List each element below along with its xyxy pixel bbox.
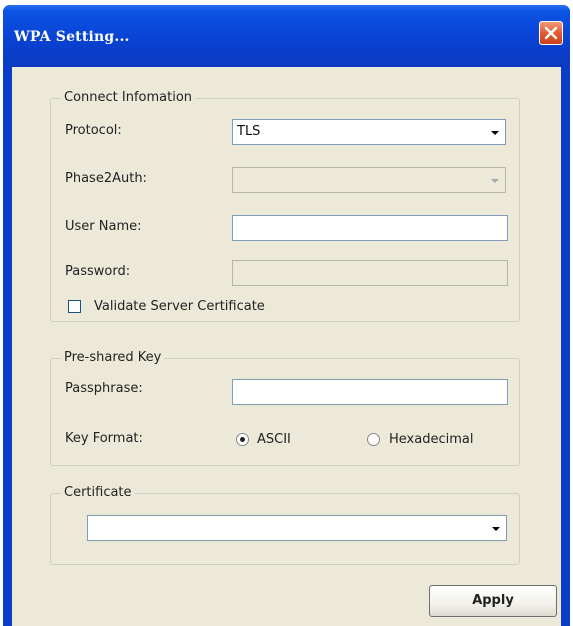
radio-selected-dot [240,437,245,442]
validate-server-certificate-label[interactable]: Validate Server Certificate [94,299,265,315]
apply-button[interactable]: Apply [429,585,557,617]
username-label: User Name: [65,219,142,234]
ascii-radio-label[interactable]: ASCII [257,432,291,448]
phase2auth-dropdown[interactable] [232,167,506,193]
window-title: WPA Setting... [14,29,130,45]
hexadecimal-radio-label[interactable]: Hexadecimal [389,432,473,448]
certificate-dropdown-button[interactable] [487,517,505,539]
hexadecimal-radio[interactable] [367,433,380,446]
protocol-value: TLS [237,124,261,139]
title-bar[interactable]: WPA Setting... [3,5,570,67]
password-input[interactable] [232,260,508,286]
protocol-dropdown[interactable]: TLS [232,119,506,145]
protocol-label: Protocol: [65,123,122,138]
protocol-dropdown-button[interactable] [486,121,504,143]
phase2auth-label: Phase2Auth: [65,171,147,186]
key-format-label: Key Format: [65,431,143,446]
passphrase-label: Passphrase: [65,381,143,396]
psk-group-title: Pre-shared Key [61,349,165,367]
password-label: Password: [65,264,131,279]
close-button[interactable] [539,21,563,45]
chevron-down-icon [491,131,499,135]
dialog-body: Connect Infomation Protocol: TLS Phase2A… [12,67,561,626]
wpa-setting-window: WPA Setting... Connect Infomation Protoc… [3,5,570,626]
certificate-group-title: Certificate [61,484,135,502]
connect-info-group-title: Connect Infomation [61,89,196,107]
phase2auth-dropdown-button[interactable] [486,169,504,191]
close-icon [544,26,558,40]
psk-group: Pre-shared Key [50,349,520,466]
chevron-down-icon [491,179,499,183]
certificate-dropdown[interactable] [87,515,507,541]
chevron-down-icon [492,527,500,531]
passphrase-input[interactable] [232,379,508,405]
ascii-radio[interactable] [236,433,249,446]
validate-server-certificate-checkbox[interactable] [68,300,81,313]
username-input[interactable] [232,215,508,241]
